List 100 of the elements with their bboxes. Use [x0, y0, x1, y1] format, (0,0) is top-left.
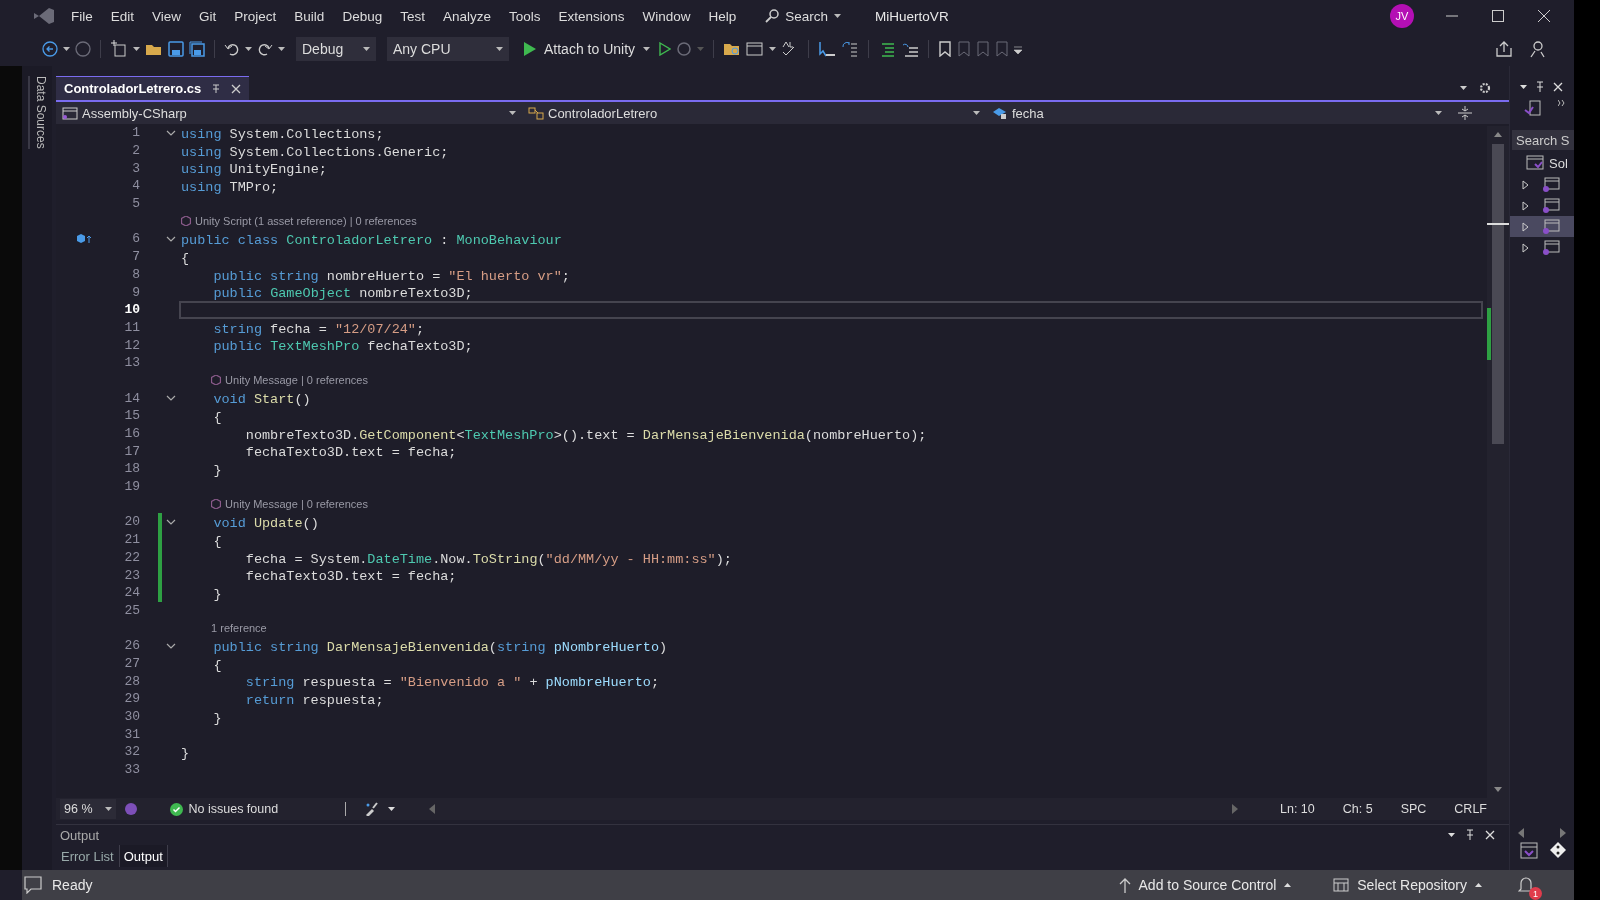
- folder-search-icon[interactable]: [723, 41, 742, 57]
- cursor-icon[interactable]: [818, 41, 837, 57]
- new-item-icon[interactable]: [110, 40, 128, 58]
- code-lens[interactable]: Unity Script (1 asset reference) | 0 references: [195, 215, 417, 228]
- class-icon[interactable]: [528, 106, 544, 120]
- caret-icon[interactable]: [278, 47, 285, 51]
- caret-icon[interactable]: [973, 111, 980, 115]
- split-icon[interactable]: [1458, 106, 1472, 120]
- collapse-icon[interactable]: [166, 642, 176, 649]
- solution-explorer-icon[interactable]: [1520, 842, 1538, 860]
- close-icon[interactable]: [1553, 82, 1563, 92]
- collapse-icon[interactable]: [166, 395, 176, 402]
- redo-icon[interactable]: [257, 41, 273, 57]
- save-all-icon[interactable]: [189, 41, 205, 57]
- format-icon[interactable]: [841, 41, 860, 57]
- document-tab[interactable]: ControladorLetrero.cs: [56, 76, 250, 100]
- scroll-right-icon[interactable]: [1232, 804, 1238, 814]
- up-arrow-icon[interactable]: [1118, 877, 1131, 893]
- menu-item[interactable]: Test: [391, 8, 434, 24]
- caret-icon[interactable]: [1284, 883, 1292, 887]
- search-icon[interactable]: [765, 9, 780, 23]
- uncomment-lines-icon[interactable]: [901, 41, 920, 57]
- feedback-icon[interactable]: [1528, 40, 1546, 58]
- back-icon[interactable]: [42, 41, 58, 57]
- caret-icon[interactable]: [1520, 85, 1527, 89]
- solution-file-icon[interactable]: [1524, 100, 1542, 118]
- line-ending-indicator[interactable]: CRLF: [1444, 802, 1497, 816]
- zoom-dropdown[interactable]: 96 %: [60, 799, 116, 819]
- menu-item[interactable]: File: [62, 8, 102, 24]
- menu-item[interactable]: Project: [225, 8, 286, 24]
- menu-item[interactable]: Debug: [333, 8, 392, 24]
- caret-icon[interactable]: [1448, 833, 1455, 837]
- panel-tab[interactable]: Output: [118, 845, 168, 867]
- expand-icon[interactable]: [1522, 221, 1530, 232]
- platform-dropdown[interactable]: Any CPU: [387, 37, 509, 61]
- repository-icon[interactable]: [1333, 877, 1350, 893]
- share-icon[interactable]: [1495, 40, 1513, 58]
- menu-item[interactable]: Git: [190, 8, 226, 24]
- project-icon[interactable]: [62, 106, 78, 120]
- issues-status[interactable]: No issues found: [188, 802, 279, 816]
- bookmark-icon[interactable]: [938, 41, 953, 57]
- scroll-right-icon[interactable]: [1560, 828, 1566, 838]
- search-button[interactable]: Search: [759, 6, 848, 26]
- close-icon[interactable]: [1538, 10, 1550, 22]
- caret-icon[interactable]: [509, 111, 516, 115]
- type-dropdown[interactable]: ControladorLetrero: [522, 102, 986, 124]
- panel-tab[interactable]: Error List: [56, 845, 119, 867]
- menu-item[interactable]: Help: [699, 8, 746, 24]
- menu-item[interactable]: Analyze: [433, 8, 500, 24]
- collapse-icon[interactable]: [166, 235, 176, 242]
- caret-icon[interactable]: [387, 807, 395, 811]
- vertical-scrollbar[interactable]: [1487, 126, 1509, 798]
- whitespace-indicator[interactable]: SPC: [1390, 802, 1437, 816]
- menu-item[interactable]: Extensions: [549, 8, 634, 24]
- scroll-left-icon[interactable]: [428, 804, 435, 814]
- side-tab[interactable]: Data Sources: [28, 76, 52, 149]
- code-lens[interactable]: 1 reference: [211, 622, 267, 635]
- caret-icon[interactable]: [834, 14, 842, 18]
- menu-item[interactable]: View: [143, 8, 191, 24]
- overflow-icon[interactable]: [1014, 44, 1023, 54]
- unity-script-icon[interactable]: [76, 232, 92, 245]
- pin-icon[interactable]: [1535, 81, 1545, 93]
- collapse-icon[interactable]: [166, 129, 176, 136]
- bell-icon[interactable]: [1518, 876, 1534, 894]
- column-indicator[interactable]: Ch: 5: [1332, 802, 1383, 816]
- menu-item[interactable]: Build: [285, 8, 334, 24]
- expand-icon[interactable]: [1522, 200, 1530, 211]
- git-icon[interactable]: [1550, 842, 1566, 858]
- caret-icon[interactable]: [63, 47, 70, 51]
- code-lens[interactable]: Unity Message | 0 references: [225, 374, 368, 387]
- code-lens[interactable]: Unity Message | 0 references: [225, 498, 368, 511]
- pin-icon[interactable]: [1465, 829, 1475, 841]
- menu-item[interactable]: Edit: [101, 8, 144, 24]
- caret-icon[interactable]: [133, 47, 140, 51]
- account-avatar[interactable]: JV: [1390, 4, 1414, 28]
- chevron-icon[interactable]: [1558, 100, 1566, 106]
- caret-icon[interactable]: [104, 807, 112, 811]
- window-icon[interactable]: [746, 41, 765, 57]
- caret-icon[interactable]: [363, 47, 370, 51]
- caret-icon[interactable]: [245, 47, 252, 51]
- expand-icon[interactable]: [1522, 242, 1530, 253]
- caret-icon[interactable]: [1475, 883, 1482, 887]
- settings-icon[interactable]: [1479, 82, 1491, 94]
- configuration-dropdown[interactable]: Debug: [296, 37, 376, 61]
- maximize-icon[interactable]: [1492, 10, 1504, 22]
- caret-icon[interactable]: [1460, 86, 1467, 90]
- play-icon[interactable]: [524, 42, 536, 56]
- field-icon[interactable]: [992, 106, 1008, 120]
- play-outline-icon[interactable]: [659, 42, 672, 56]
- line-indicator[interactable]: Ln: 10: [1270, 802, 1325, 816]
- search-field[interactable]: Search S: [1512, 130, 1574, 150]
- undo-icon[interactable]: [224, 41, 240, 57]
- caret-icon[interactable]: [769, 47, 777, 51]
- expand-icon[interactable]: [1522, 179, 1530, 190]
- menu-item[interactable]: Window: [633, 8, 700, 24]
- save-icon[interactable]: [168, 41, 184, 57]
- caret-icon[interactable]: [643, 47, 651, 51]
- start-button[interactable]: Attach to Unity: [520, 41, 655, 57]
- close-icon[interactable]: [1485, 830, 1495, 840]
- menu-item[interactable]: Tools: [500, 8, 550, 24]
